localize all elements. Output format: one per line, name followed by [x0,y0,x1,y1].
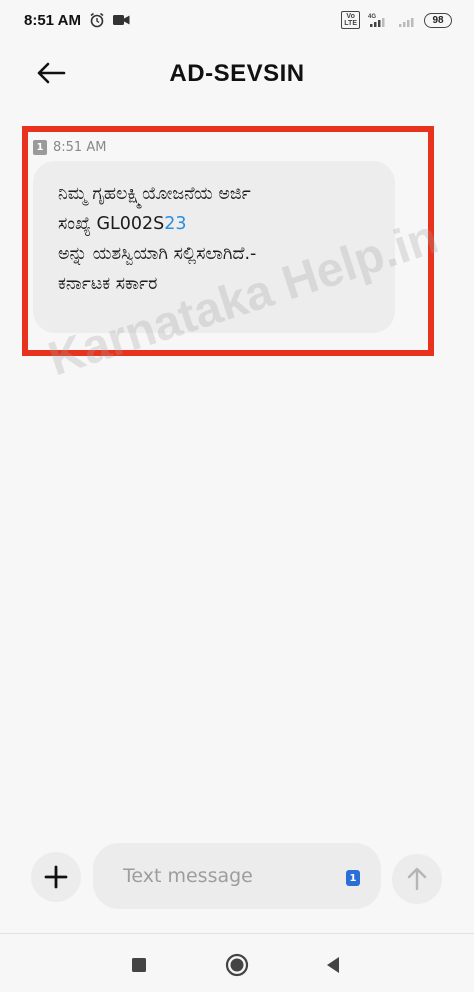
signal-icon: 4G [368,12,390,28]
nav-back-button[interactable] [318,950,348,980]
battery-level: 98 [432,14,444,26]
triangle-back-icon [327,957,339,973]
status-bar: 8:51 AM Vo LTE 4G 98 [0,0,474,40]
battery-icon: 98 [424,12,452,28]
status-right: Vo LTE 4G 98 [341,11,452,29]
conversation-header: AD-SEVSIN [0,42,474,106]
volte-badge-top: Vo [346,13,355,20]
alarm-icon [89,12,105,28]
square-recents-icon [132,958,146,972]
recents-button[interactable] [124,950,154,980]
arrow-left-icon [37,62,66,84]
send-button[interactable] [392,854,442,904]
plus-icon [44,865,68,889]
status-time: 8:51 AM [24,11,81,29]
home-button[interactable] [222,950,252,980]
circle-home-icon [225,953,249,977]
back-button[interactable] [34,58,68,88]
highlight-frame [22,126,434,356]
video-icon [112,14,130,26]
volte-badge-bottom: LTE [344,20,357,27]
status-left: 8:51 AM [24,12,130,29]
volte-icon: Vo LTE [341,11,360,29]
arrow-up-icon [407,867,427,891]
signal-icon-2 [398,12,416,28]
message-input[interactable] [93,843,381,909]
network-type-label: 4G [368,14,376,20]
sim-select-chip[interactable]: 1 [346,870,360,886]
conversation-title: AD-SEVSIN [169,60,305,87]
system-nav-bar [0,934,474,992]
add-attachment-button[interactable] [31,852,81,902]
